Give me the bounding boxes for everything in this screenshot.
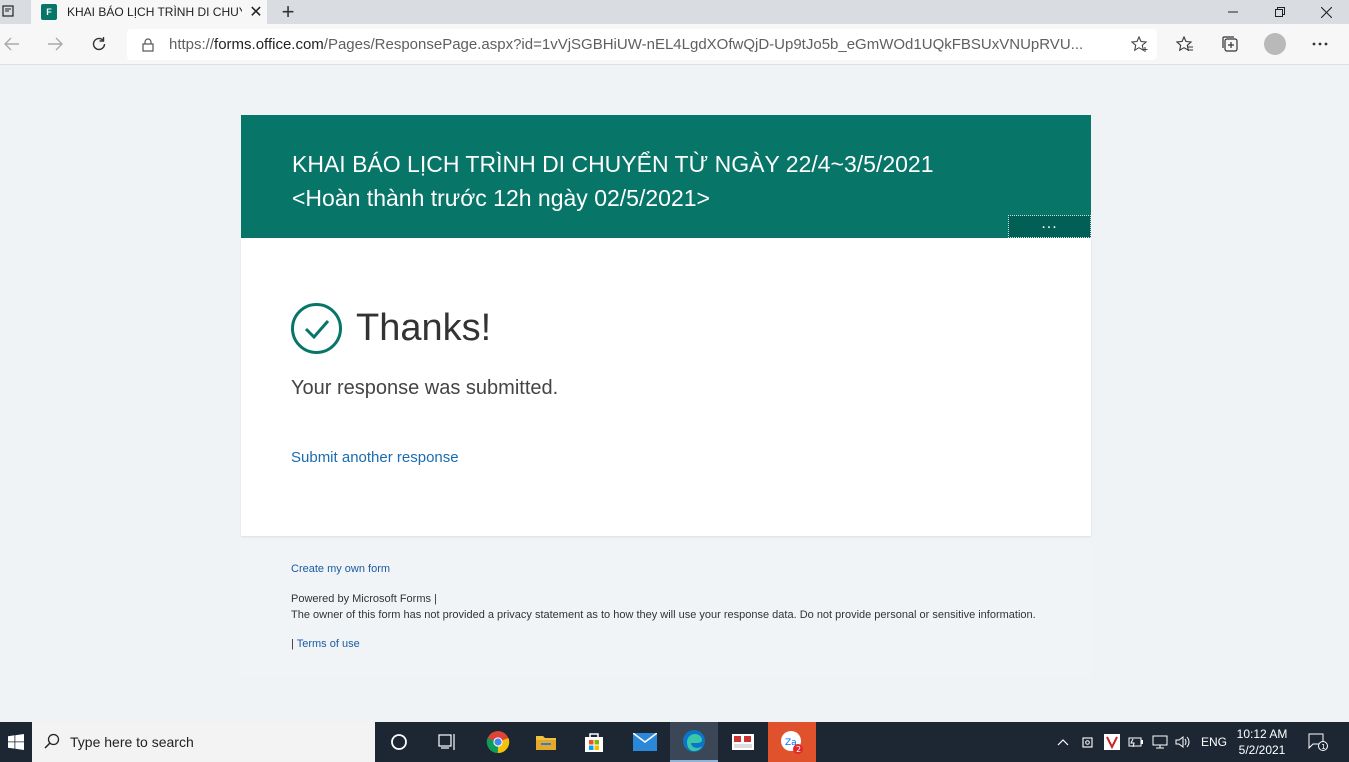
check-circle-icon xyxy=(291,303,342,354)
mail-icon[interactable] xyxy=(621,722,669,762)
clock-date: 5/2/2021 xyxy=(1238,743,1286,757)
task-view-icon[interactable] xyxy=(423,722,471,762)
favorites-icon[interactable] xyxy=(1173,32,1197,56)
edge-icon[interactable] xyxy=(670,722,718,762)
powered-by-text: Powered by Microsoft Forms | xyxy=(291,593,437,605)
privacy-notice: The owner of this form has not provided … xyxy=(291,609,1036,621)
more-options-button[interactable]: ... xyxy=(1008,215,1091,238)
forms-favicon-icon: F xyxy=(41,4,57,20)
minimize-button[interactable] xyxy=(1210,0,1256,24)
submitted-message: Your response was submitted. xyxy=(291,377,559,399)
microsoft-store-icon[interactable] xyxy=(570,722,618,762)
terms-of-use-link[interactable]: Terms of use xyxy=(297,638,360,650)
new-tab-button[interactable]: + xyxy=(276,0,300,24)
page-footer: Create my own form Powered by Microsoft … xyxy=(241,540,1091,677)
form-title-line1: KHAI BÁO LỊCH TRÌNH DI CHUYỂN TỪ NGÀY 22… xyxy=(292,151,934,177)
tab-actions-icon[interactable] xyxy=(0,3,16,19)
zalo-icon[interactable]: Za 2 xyxy=(768,722,816,762)
response-card: Thanks! Your response was submitted. Sub… xyxy=(241,238,1091,536)
collections-icon[interactable] xyxy=(1218,32,1242,56)
volume-icon[interactable] xyxy=(1173,722,1193,762)
taskbar-search[interactable]: Type here to search xyxy=(32,722,375,762)
browser-tab[interactable]: F KHAI BÁO LỊCH TRÌNH DI CHUYỂ ✕ xyxy=(31,0,267,24)
network-icon[interactable] xyxy=(1150,722,1170,762)
language-indicator[interactable]: ENG xyxy=(1199,722,1229,762)
refresh-button[interactable] xyxy=(87,32,111,56)
back-button[interactable] xyxy=(0,32,24,56)
battery-icon[interactable] xyxy=(1126,722,1146,762)
lock-icon[interactable] xyxy=(141,37,155,52)
browser-toolbar: https://forms.office.com/Pages/ResponseP… xyxy=(0,24,1349,65)
form-title: KHAI BÁO LỊCH TRÌNH DI CHUYỂN TỪ NGÀY 22… xyxy=(292,147,934,215)
thanks-row: Thanks! xyxy=(291,303,491,354)
add-favorite-icon[interactable] xyxy=(1130,35,1149,57)
forward-button[interactable] xyxy=(43,32,67,56)
browser-tab-bar: F KHAI BÁO LỊCH TRÌNH DI CHUYỂ ✕ + xyxy=(0,0,1349,24)
taskbar-clock[interactable]: 10:12 AM 5/2/2021 xyxy=(1232,726,1292,758)
profile-avatar[interactable] xyxy=(1263,32,1287,56)
form-title-line2: <Hoàn thành trước 12h ngày 02/5/2021> xyxy=(292,185,710,211)
tab-title: KHAI BÁO LỊCH TRÌNH DI CHUYỂ xyxy=(67,5,242,19)
clock-time: 10:12 AM xyxy=(1236,727,1288,741)
show-hidden-icons[interactable] xyxy=(1053,722,1073,762)
create-form-link[interactable]: Create my own form xyxy=(291,563,390,575)
vpn-tray-icon[interactable] xyxy=(1102,722,1122,762)
app-grid-icon[interactable] xyxy=(719,722,767,762)
zalo-badge: 2 xyxy=(796,745,801,754)
chrome-icon[interactable] xyxy=(474,722,522,762)
search-icon xyxy=(44,733,60,752)
submit-another-link[interactable]: Submit another response xyxy=(291,449,459,466)
thanks-heading: Thanks! xyxy=(356,307,492,349)
search-placeholder: Type here to search xyxy=(70,734,194,750)
address-bar[interactable]: https://forms.office.com/Pages/ResponseP… xyxy=(127,29,1157,60)
avatar xyxy=(1264,33,1286,55)
notification-center-icon[interactable]: 1 xyxy=(1303,722,1333,762)
settings-menu-icon[interactable] xyxy=(1308,32,1332,56)
file-explorer-icon[interactable] xyxy=(522,722,570,762)
close-window-button[interactable] xyxy=(1303,0,1349,24)
windows-taskbar: Type here to search Za 2 ENG 10:12 AM 5/… xyxy=(0,722,1349,762)
notification-count: 1 xyxy=(1321,743,1325,751)
terms-row: | Terms of use xyxy=(291,638,360,650)
form-header: KHAI BÁO LỊCH TRÌNH DI CHUYỂN TỪ NGÀY 22… xyxy=(241,115,1091,238)
url-text: https://forms.office.com/Pages/ResponseP… xyxy=(169,36,1084,53)
cortana-icon[interactable] xyxy=(375,722,423,762)
restore-button[interactable] xyxy=(1257,0,1303,24)
close-tab-icon[interactable]: ✕ xyxy=(248,2,264,22)
meet-now-icon[interactable] xyxy=(1079,722,1099,762)
start-button[interactable] xyxy=(0,722,32,762)
